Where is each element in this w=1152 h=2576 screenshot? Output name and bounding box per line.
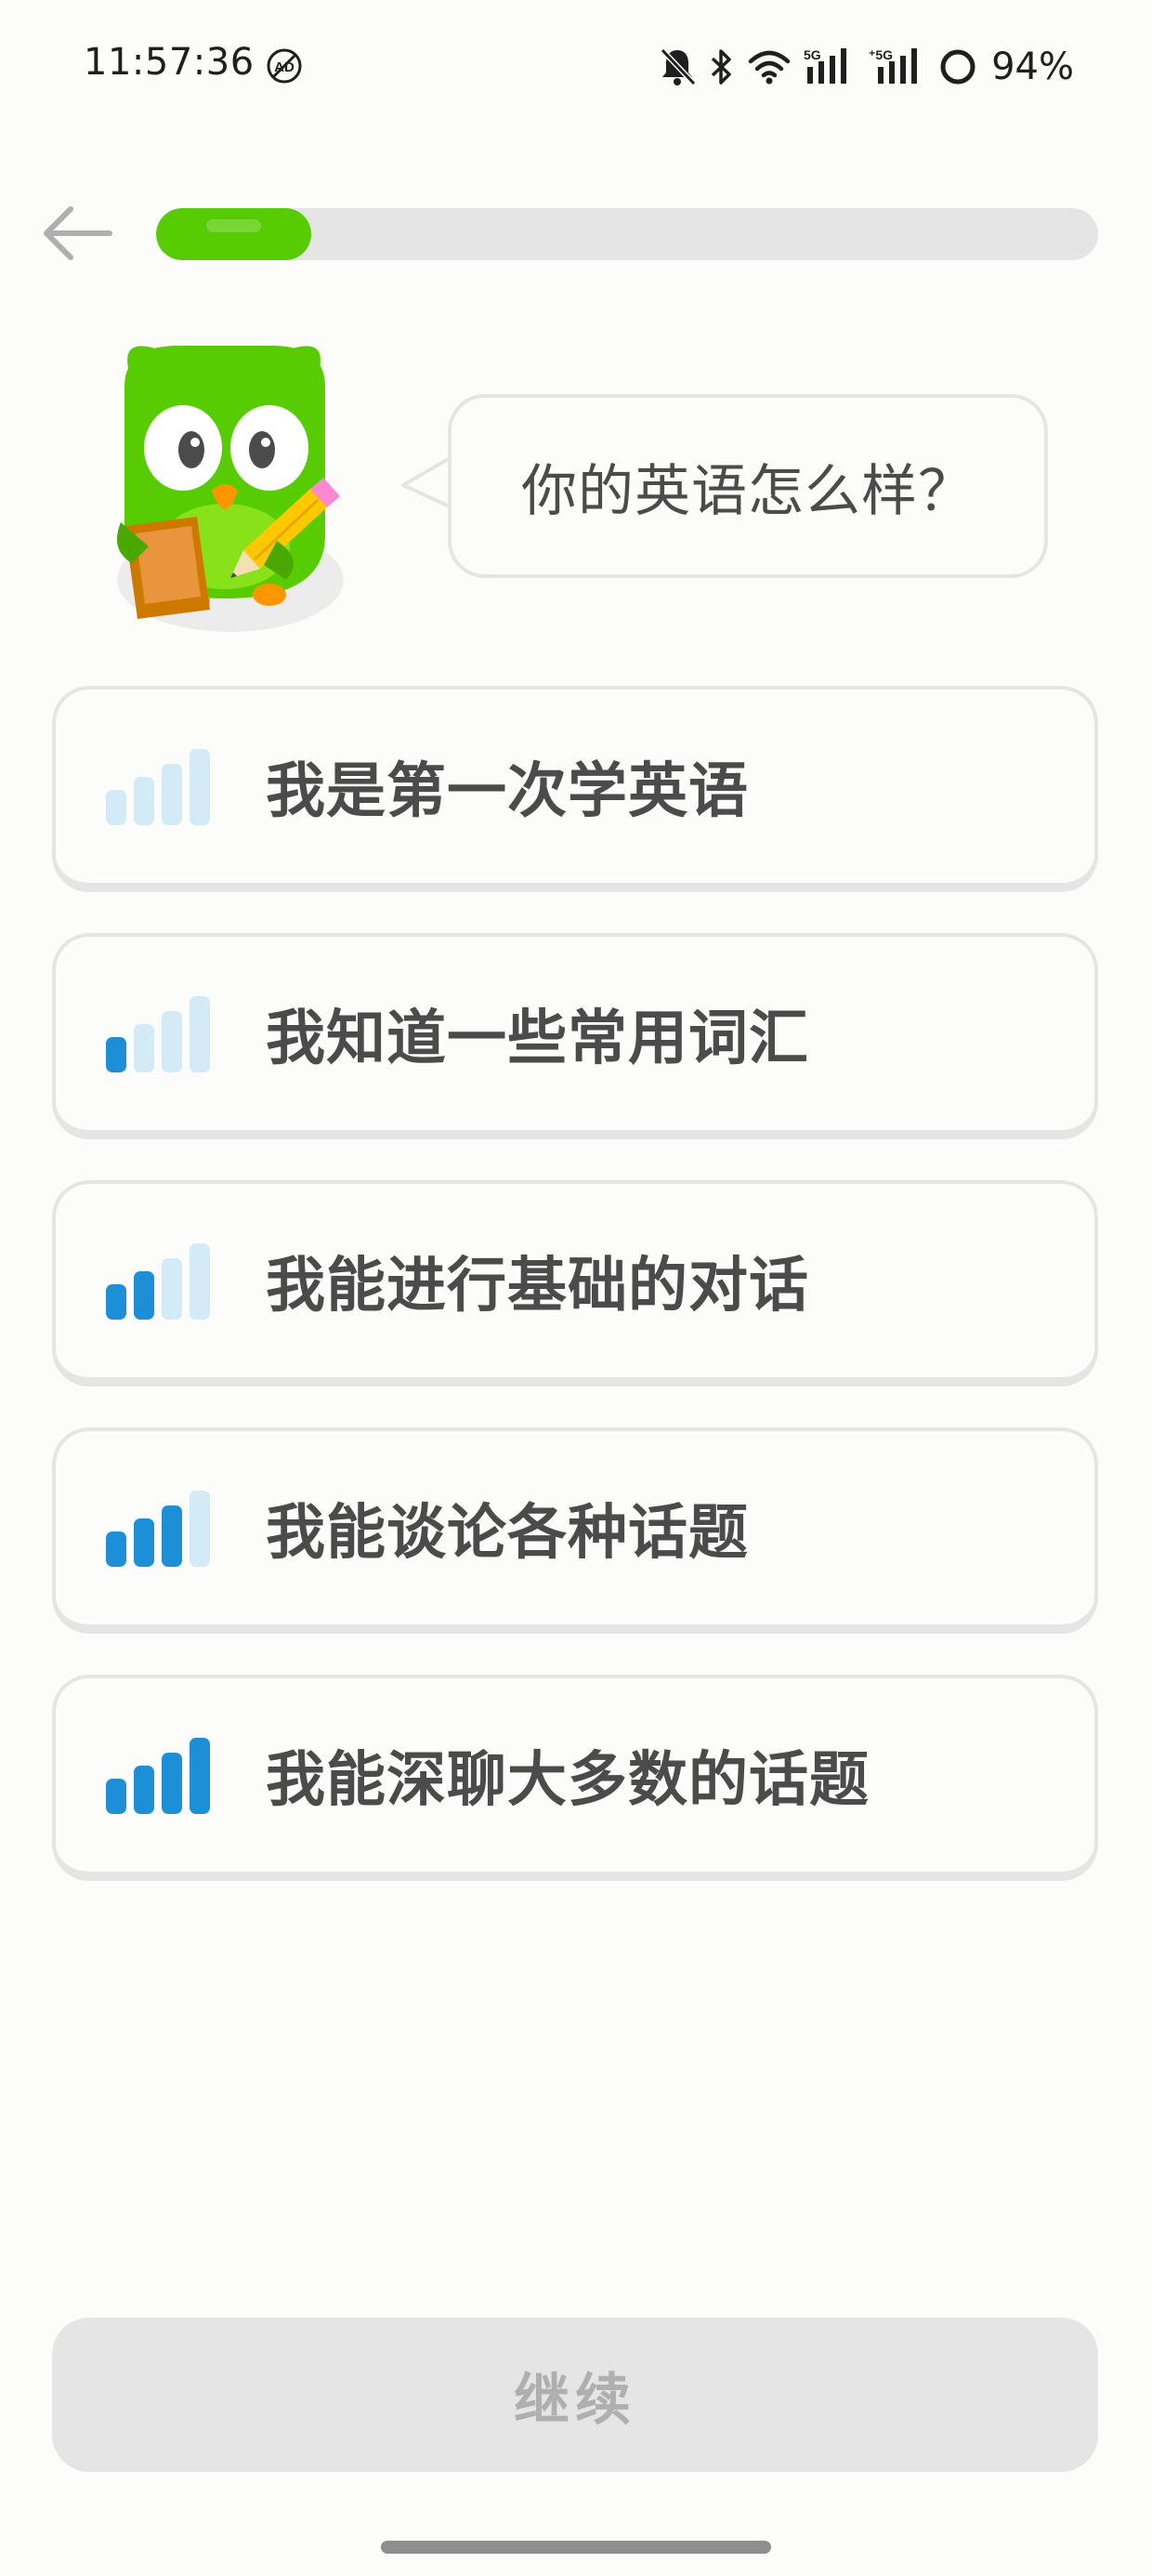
signal-bar [162, 1258, 182, 1320]
progress-fill [156, 208, 311, 260]
signal-bar [134, 1518, 154, 1567]
svg-text:5G: 5G [804, 47, 821, 62]
signal-bar [106, 1284, 126, 1320]
signal-bar [162, 1011, 182, 1072]
signal-bar [106, 790, 126, 825]
signal-bar [190, 749, 210, 825]
status-time: 11:57:36 [84, 41, 255, 84]
status-icons: 5G ⁺5G 94% [659, 45, 1074, 89]
signal-bars-icon [106, 1491, 210, 1567]
signal-bar [190, 1491, 210, 1567]
option-label: 我能进行基础的对话 [266, 1252, 809, 1321]
bluetooth-icon [711, 49, 731, 85]
option-label: 我能谈论各种话题 [266, 1499, 749, 1568]
speech-bubble-tail [401, 455, 455, 509]
owl-mascot [117, 346, 344, 632]
wifi-icon [748, 50, 791, 85]
signal-bar [134, 1024, 154, 1072]
signal-bars-icon [106, 1243, 210, 1320]
lesson-progress-bar [156, 208, 1098, 260]
signal-bar [162, 1753, 182, 1814]
status-bar: 11:57:36 AD 5G ⁺5G 94% [0, 0, 1152, 139]
back-arrow-icon[interactable] [37, 193, 117, 273]
option-some-words[interactable]: 我知道一些常用词汇 [52, 933, 1098, 1139]
signal-bar [190, 996, 210, 1072]
signal-bar [162, 1505, 182, 1567]
signal-bar [106, 1779, 126, 1814]
option-most-topics[interactable]: 我能深聊大多数的话题 [52, 1675, 1098, 1881]
option-first-time[interactable]: 我是第一次学英语 [52, 686, 1098, 892]
mute-bell-icon [660, 47, 697, 86]
continue-label: 继续 [514, 2367, 636, 2433]
signal-bar [190, 1243, 210, 1320]
home-indicator[interactable] [381, 2541, 771, 2554]
svg-text:AD: AD [274, 59, 295, 75]
ad-block-icon: AD [267, 48, 302, 84]
signal-bar [190, 1738, 210, 1814]
option-basic-conversation[interactable]: 我能进行基础的对话 [52, 1180, 1098, 1387]
signal-5g-icon: ⁺5G [869, 47, 918, 84]
signal-5g-icon: 5G [804, 47, 847, 84]
signal-bar [134, 1766, 154, 1814]
signal-bars-icon [106, 996, 210, 1072]
speech-bubble: 你的英语怎么样？ [448, 394, 1048, 578]
option-various-topics[interactable]: 我能谈论各种话题 [52, 1427, 1098, 1634]
signal-bars-icon [106, 749, 210, 825]
svg-text:⁺5G: ⁺5G [869, 47, 893, 62]
continue-button[interactable]: 继续 [52, 2318, 1098, 2472]
signal-bar [134, 777, 154, 825]
progress-shine [206, 219, 261, 232]
option-label: 我是第一次学英语 [266, 757, 749, 826]
battery-ring-icon [940, 49, 975, 85]
signal-bar [162, 764, 182, 825]
signal-bars-icon [106, 1738, 210, 1814]
signal-bar [106, 1531, 126, 1567]
signal-bar [134, 1271, 154, 1320]
proficiency-options: 我是第一次学英语 我知道一些常用词汇 我能进行基础的对话 我能谈论各种话题 我能… [52, 686, 1098, 1922]
signal-bar [106, 1037, 126, 1072]
option-label: 我知道一些常用词汇 [266, 1005, 809, 1073]
question-text: 你的英语怎么样？ [521, 458, 975, 524]
battery-percentage: 94% [991, 46, 1074, 88]
option-label: 我能深聊大多数的话题 [266, 1746, 870, 1815]
